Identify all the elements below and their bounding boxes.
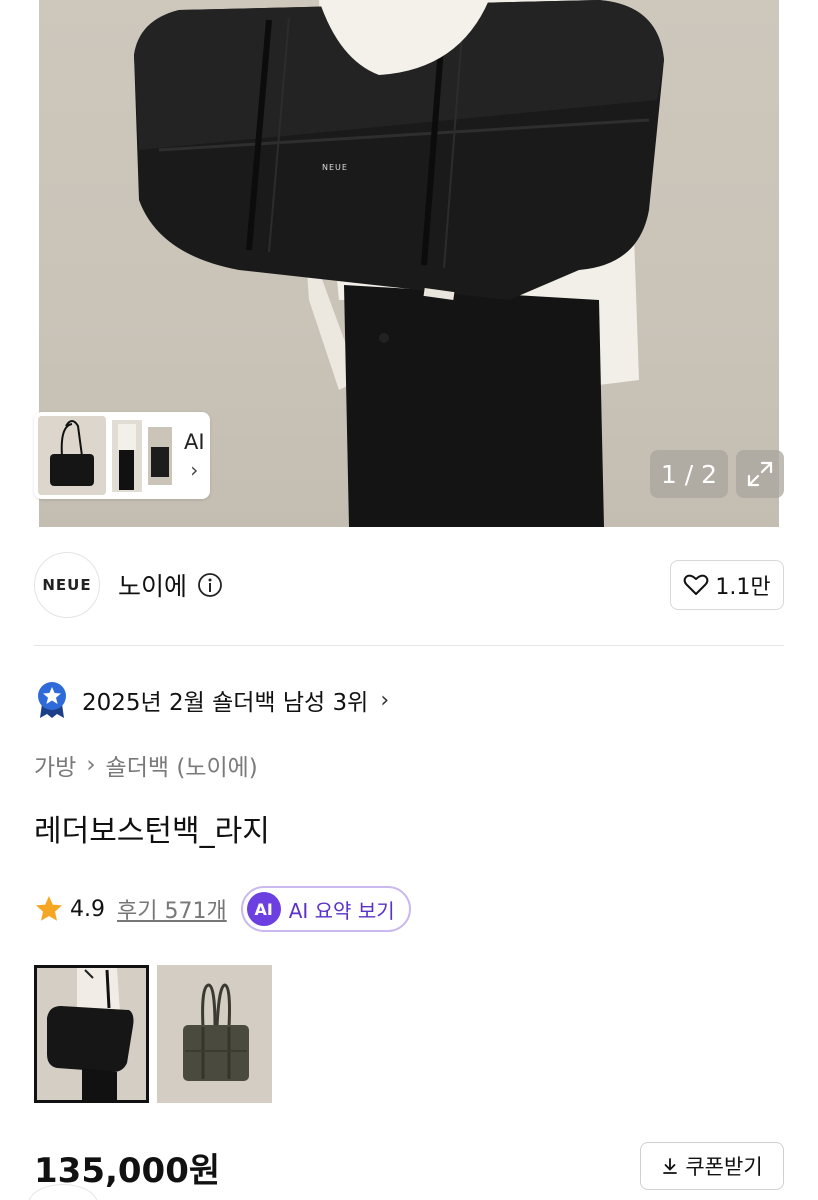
chevron-right-icon: › <box>380 687 390 713</box>
thumbnail-2[interactable] <box>157 965 272 1103</box>
like-button[interactable]: 1.1만 <box>670 560 784 610</box>
breadcrumb-subcategory[interactable]: 숄더백 (노이에) <box>106 748 258 782</box>
product-title: 레더보스턴백_라지 <box>34 814 270 849</box>
brand-logo[interactable]: NEUE <box>34 552 100 618</box>
coupon-button[interactable]: 쿠폰받기 <box>640 1142 784 1190</box>
ai-label: AI <box>184 429 205 454</box>
chevron-right-icon: › <box>86 752 96 778</box>
expand-icon <box>747 461 773 487</box>
thumbnail-1[interactable] <box>34 965 149 1103</box>
ai-thumb-model <box>112 419 142 492</box>
thumbnail-strip <box>34 965 272 1103</box>
ai-label-group: AI › <box>184 430 205 482</box>
brand-name[interactable]: 노이에 <box>118 567 187 603</box>
star-icon <box>36 896 62 921</box>
ranking-row[interactable]: 2025년 2월 숄더백 남성 3위 › <box>34 680 389 720</box>
heart-icon <box>684 574 709 595</box>
ranking-text: 2025년 2월 숄더백 남성 3위 <box>82 690 369 716</box>
coupon-label: 쿠폰받기 <box>685 1155 763 1179</box>
download-icon <box>663 1158 678 1174</box>
image-counter: 1 / 2 <box>650 450 728 498</box>
chevron-right-icon: › <box>190 457 199 482</box>
breadcrumb: 가방 › 숄더백 (노이에) <box>34 748 258 782</box>
reviews-link[interactable]: 후기 571개 <box>117 893 227 925</box>
rating-score: 4.9 <box>70 896 105 922</box>
medal-star-icon <box>38 682 66 718</box>
ai-thumb-bag <box>38 416 106 495</box>
breadcrumb-category[interactable]: 가방 <box>34 748 76 782</box>
ai-summary-button[interactable]: AI AI 요약 보기 <box>240 886 411 932</box>
bag-logo: NEUE <box>322 163 348 172</box>
ai-summary-label: AI 요약 보기 <box>288 898 395 923</box>
divider <box>34 645 784 646</box>
ai-badge-icon: AI <box>246 892 281 926</box>
like-count: 1.1만 <box>715 575 771 600</box>
ai-thumb-detail <box>148 426 172 485</box>
info-icon[interactable] <box>197 572 223 598</box>
rating-row: 4.9 후기 571개 AI AI 요약 보기 <box>34 886 411 932</box>
expand-button[interactable] <box>736 450 784 498</box>
ai-image-search-chip[interactable]: AI › <box>34 412 210 499</box>
product-hero: NEUE AI › 1 / 2 <box>0 0 818 527</box>
brand-row: NEUE 노이에 1.1만 <box>34 552 784 618</box>
